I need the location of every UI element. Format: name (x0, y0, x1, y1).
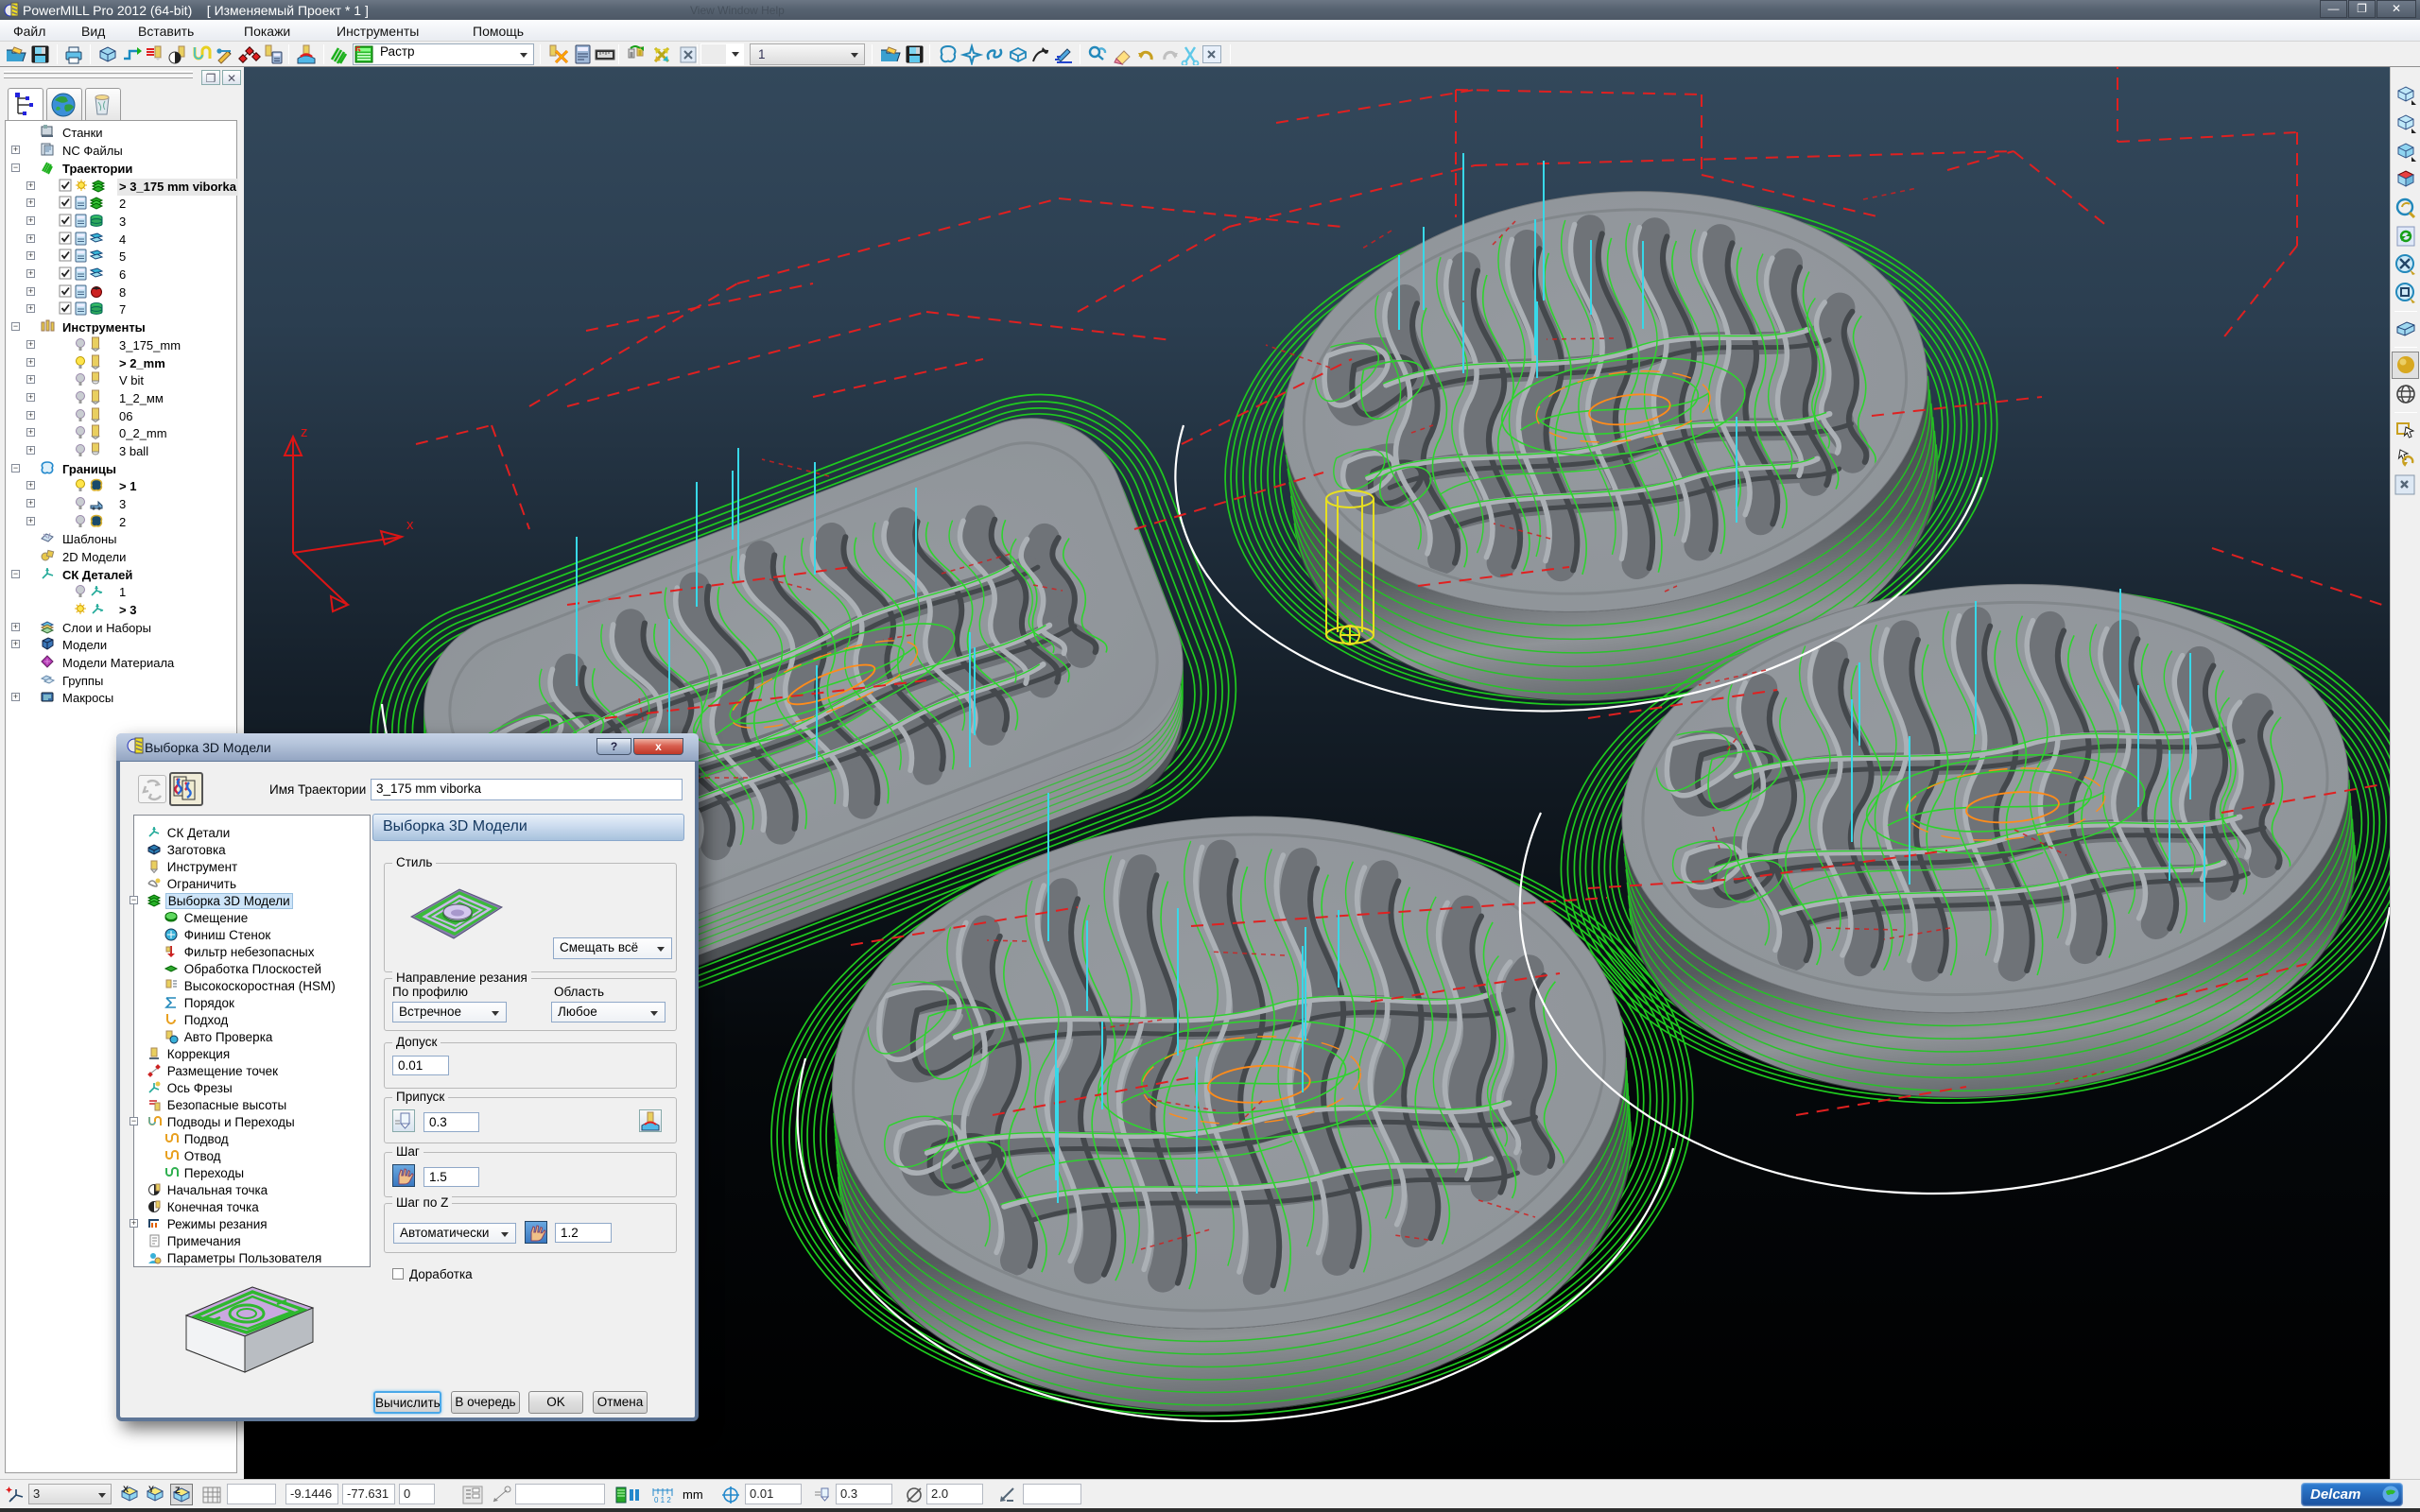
svg-text:0 1 2: 0 1 2 (654, 1496, 671, 1504)
svg-text:z: z (301, 424, 308, 440)
svg-text:x: x (406, 517, 414, 533)
svg-text:Y: Y (148, 1485, 154, 1494)
svg-text:X: X (123, 1485, 129, 1494)
svg-text:Z: Z (175, 1486, 181, 1495)
